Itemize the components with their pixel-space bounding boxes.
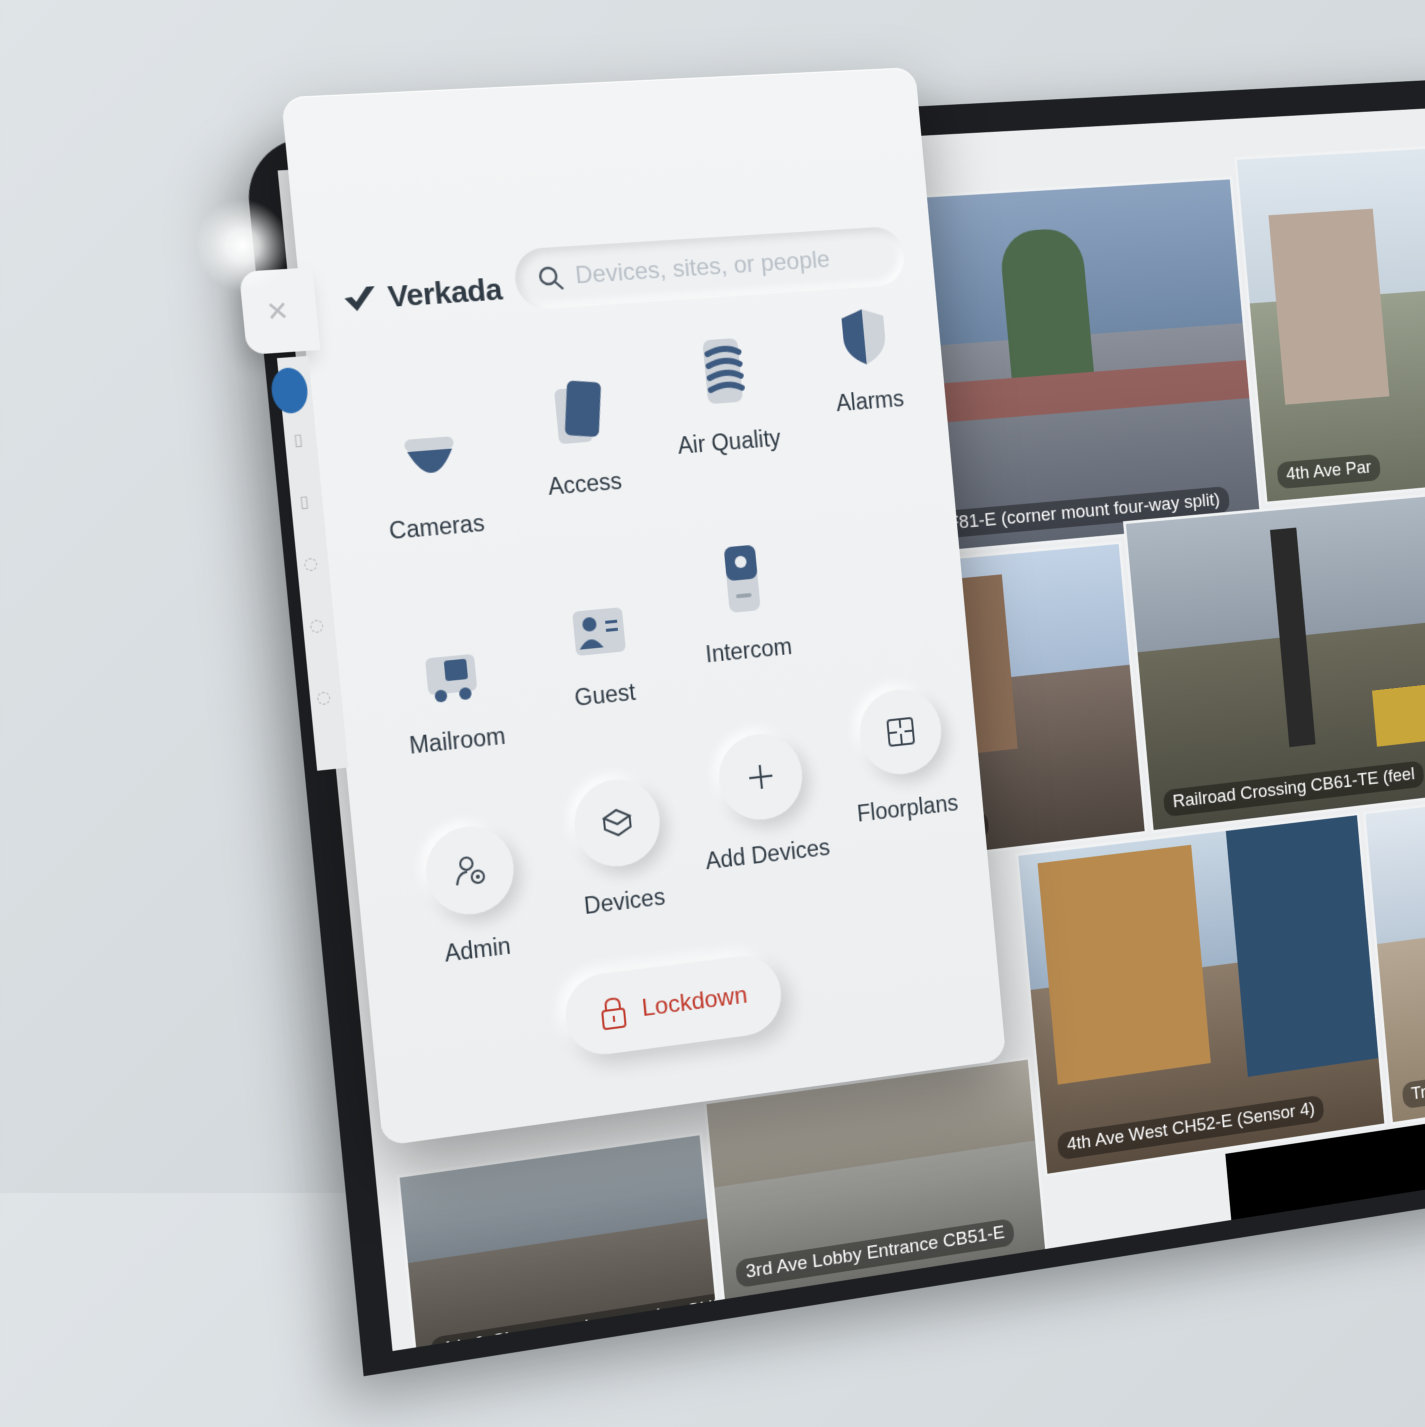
app-label: Air Quality (676, 424, 782, 459)
search-icon (536, 264, 564, 292)
delivery-truck-icon (424, 653, 478, 703)
app-label: Guest (573, 678, 637, 711)
app-alarms[interactable]: Alarms (793, 283, 937, 420)
app-label: Intercom (704, 633, 794, 668)
camera-tile[interactable]: 4th Ave Par (1234, 141, 1425, 505)
search-input[interactable] (571, 241, 889, 292)
app-launcher-panel: ✕ ▯ ▯ ◌ ◌ ◌ Verkada Devices, sites, or p… (238, 67, 1007, 1146)
camera-tile[interactable]: 4th Ave West CH52-E (Sensor 4) (1015, 812, 1388, 1178)
verkada-check-icon (343, 286, 377, 312)
app-label: Mailroom (408, 722, 507, 759)
brand-name: Verkada (386, 272, 504, 315)
sidebar-icon[interactable]: ◌ (298, 552, 323, 574)
admin-gear-icon (451, 851, 489, 889)
app-label: Cameras (387, 509, 486, 545)
tool-admin[interactable]: Admin (394, 819, 549, 973)
app-mailroom[interactable]: Mailroom (375, 617, 530, 762)
sidebar-icon[interactable]: ▯ (286, 429, 311, 450)
app-access[interactable]: Access (504, 363, 656, 504)
tool-devices[interactable]: Devices (544, 773, 695, 924)
plus-icon (745, 760, 777, 793)
shield-icon (840, 307, 888, 366)
collapse-icon: ✕ (264, 295, 291, 329)
camera-dome-icon (403, 436, 455, 475)
sidebar-icon[interactable]: ◌ (304, 614, 329, 636)
devices-box-icon (599, 804, 636, 842)
lockdown-button[interactable]: Lockdown (561, 951, 785, 1060)
app-label: Access (546, 467, 624, 500)
lock-icon (599, 994, 628, 1031)
tool-label: Floorplans (856, 789, 960, 827)
sidebar-icon[interactable]: ◌ (311, 686, 336, 708)
scene: CF81-E (corner mount four-way split) 4th… (0, 0, 1425, 1377)
verkada-logo: Verkada (341, 273, 503, 318)
lockdown-label: Lockdown (640, 981, 749, 1023)
tool-add-devices[interactable]: Add Devices (689, 727, 836, 876)
camera-tile[interactable]: Railroad Crossing CB61-TE (feel (1122, 484, 1425, 834)
access-card-icon (554, 380, 602, 445)
air-quality-icon (694, 333, 751, 405)
intercom-icon (723, 544, 761, 613)
guest-badge-icon (572, 607, 626, 657)
tool-label: Devices (582, 883, 667, 920)
app-intercom[interactable]: Intercom (670, 530, 817, 671)
tool-label: Admin (443, 932, 512, 967)
app-label: Alarms (835, 385, 905, 417)
sidebar-icon[interactable]: ▯ (292, 491, 317, 512)
app-guest[interactable]: Guest (524, 573, 675, 716)
floorplan-icon (884, 715, 917, 749)
app-air-quality[interactable]: Air Quality (650, 322, 798, 461)
tool-label: Add Devices (704, 833, 832, 875)
tool-floorplans[interactable]: Floorplans (831, 683, 975, 829)
app-cameras[interactable]: Cameras (354, 404, 510, 547)
